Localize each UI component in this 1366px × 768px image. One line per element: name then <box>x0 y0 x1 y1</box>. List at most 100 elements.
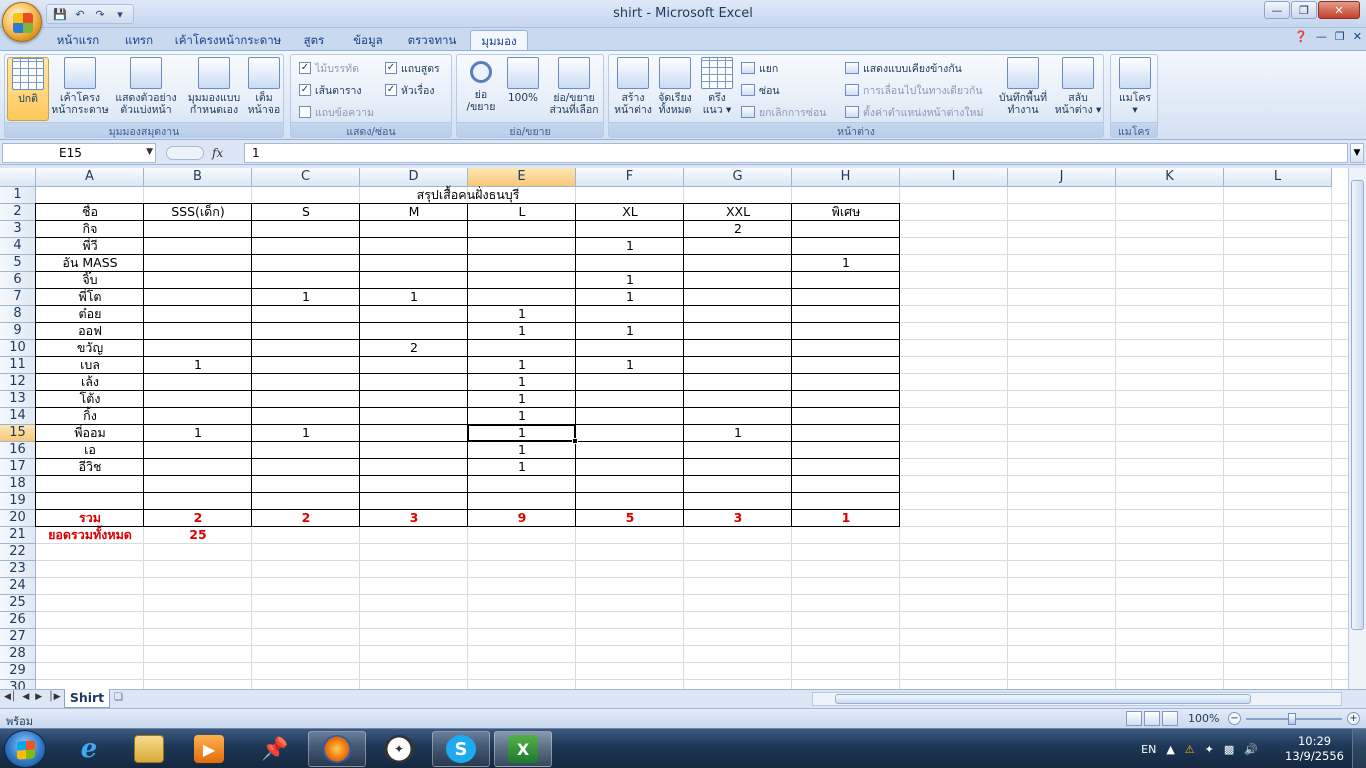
row-header-5[interactable]: 5 <box>0 255 36 272</box>
row-header-23[interactable]: 23 <box>0 561 36 578</box>
data-cell[interactable]: โต้ง <box>36 391 144 408</box>
column-header-g[interactable]: G <box>684 168 792 187</box>
next-sheet-icon[interactable]: ▶ <box>35 692 42 702</box>
maximize-icon[interactable]: ❐ <box>1291 1 1317 19</box>
data-cell[interactable]: จิ๊บ <box>36 272 144 289</box>
tab-insert[interactable]: แทรก <box>114 30 164 50</box>
select-all-corner[interactable] <box>0 168 36 187</box>
data-cell[interactable]: ขวัญ <box>36 340 144 357</box>
taskbar-pinned-app[interactable]: 📌 <box>246 731 304 767</box>
grand-total-value[interactable]: 25 <box>144 527 252 544</box>
volume-icon[interactable]: 🔊 <box>1244 743 1258 756</box>
header-cell[interactable]: M <box>360 204 468 221</box>
data-cell[interactable]: 1 <box>468 459 576 476</box>
tab-data[interactable]: ข้อมูล <box>344 30 392 50</box>
data-cell[interactable]: 1 <box>792 255 900 272</box>
total-cell[interactable]: 1 <box>792 510 900 527</box>
fill-handle[interactable] <box>572 438 578 444</box>
column-header-d[interactable]: D <box>360 168 468 187</box>
data-cell[interactable]: 2 <box>360 340 468 357</box>
page-layout-view-button[interactable]: เค้าโครง หน้ากระดาษ <box>51 57 109 121</box>
headings-checkbox[interactable]: ✓ หัวเรื่อง <box>385 81 434 99</box>
row-header-19[interactable]: 19 <box>0 493 36 510</box>
taskbar-internet-explorer[interactable]: e <box>60 731 118 767</box>
zoom-to-selection-button[interactable]: ย่อ/ขยาย ส่วนที่เลือก <box>545 57 603 121</box>
total-cell[interactable]: 5 <box>576 510 684 527</box>
data-cell[interactable]: 1 <box>252 289 360 306</box>
row-header-20[interactable]: 20 <box>0 510 36 527</box>
data-cell[interactable]: 1 <box>468 442 576 459</box>
data-cell[interactable]: 1 <box>468 391 576 408</box>
row-header-9[interactable]: 9 <box>0 323 36 340</box>
total-cell[interactable]: 3 <box>360 510 468 527</box>
tab-home[interactable]: หน้าแรก <box>52 30 104 50</box>
zoom-in-icon[interactable]: + <box>1347 712 1360 725</box>
header-cell[interactable]: ชื่อ <box>36 204 144 221</box>
formula-input[interactable]: 1 <box>244 143 1348 163</box>
data-cell[interactable]: อัน MASS <box>36 255 144 272</box>
prev-sheet-icon[interactable]: ◀ <box>22 692 29 702</box>
tab-view[interactable]: มุมมอง <box>470 30 528 50</box>
data-cell[interactable]: 1 <box>576 272 684 289</box>
macros-button[interactable]: แมโคร ▾ <box>1115 57 1155 121</box>
expand-formula-bar-icon[interactable]: ▼ <box>1350 143 1364 163</box>
data-cell[interactable]: เบล <box>36 357 144 374</box>
page-break-preview-button[interactable]: แสดงตัวอย่าง ตัวแบ่งหน้า <box>111 57 181 121</box>
horizontal-scroll-thumb[interactable] <box>835 694 1251 704</box>
data-cell[interactable]: เล้ง <box>36 374 144 391</box>
column-header-f[interactable]: F <box>576 168 684 187</box>
data-cell[interactable]: เอ <box>36 442 144 459</box>
row-header-11[interactable]: 11 <box>0 357 36 374</box>
column-header-c[interactable]: C <box>252 168 360 187</box>
header-cell[interactable]: S <box>252 204 360 221</box>
row-header-2[interactable]: 2 <box>0 204 36 221</box>
vertical-scrollbar[interactable] <box>1348 168 1366 689</box>
data-cell[interactable]: ต๋อย <box>36 306 144 323</box>
view-side-by-side-button[interactable]: แสดงแบบเคียงข้างกัน <box>845 59 962 77</box>
total-cell[interactable]: รวม <box>36 510 144 527</box>
data-cell[interactable]: 1 <box>144 425 252 442</box>
show-desktop-button[interactable] <box>1352 729 1366 768</box>
row-header-8[interactable]: 8 <box>0 306 36 323</box>
data-cell[interactable]: พี่ออม <box>36 425 144 442</box>
data-cell[interactable]: 1 <box>468 306 576 323</box>
vertical-scroll-thumb[interactable] <box>1351 180 1364 630</box>
action-center-icon[interactable]: ⚠ <box>1185 743 1195 756</box>
gridlines-checkbox[interactable]: ✓ เส้นตาราง <box>299 81 362 99</box>
row-header-16[interactable]: 16 <box>0 442 36 459</box>
total-cell[interactable]: 3 <box>684 510 792 527</box>
header-cell[interactable]: XXL <box>684 204 792 221</box>
tray-expand-icon[interactable]: ▲ <box>1166 743 1174 756</box>
taskbar-explorer[interactable] <box>120 731 178 767</box>
pin-tray-icon[interactable]: ✦ <box>1205 743 1214 756</box>
column-header-k[interactable]: K <box>1116 168 1224 187</box>
arrange-all-button[interactable]: จัดเรียง ทั้งหมด <box>655 57 695 121</box>
data-cell[interactable]: 1 <box>468 408 576 425</box>
zoom-slider[interactable]: − + <box>1228 712 1360 726</box>
sheet-tab-shirt[interactable]: Shirt <box>64 689 110 708</box>
worksheet-grid[interactable]: A B C D E F G H I J K L 1 2 3 4 5 6 7 8 9 10 11 12 13 14 15 16 17 18 1… <box>0 168 1348 689</box>
normal-view-button[interactable]: ปกติ <box>7 57 49 121</box>
custom-views-button[interactable]: มุมมองแบบ กำหนดเอง <box>185 57 243 121</box>
synchronous-scrolling-button[interactable]: การเลื่อนไปในทางเดียวกัน <box>845 81 983 99</box>
freeze-panes-button[interactable]: ตรึง แนว ▾ <box>699 57 735 121</box>
header-cell[interactable]: พิเศษ <box>792 204 900 221</box>
data-cell[interactable]: 1 <box>468 374 576 391</box>
ribbon-minimize-icon[interactable]: — <box>1316 30 1327 43</box>
row-header-7[interactable]: 7 <box>0 289 36 306</box>
start-button[interactable] <box>4 730 46 768</box>
ribbon-restore-icon[interactable]: ❐ <box>1335 30 1345 43</box>
column-header-h[interactable]: H <box>792 168 900 187</box>
taskbar-clock-app[interactable]: ✦ <box>370 731 428 767</box>
zoom-level[interactable]: 100% <box>1188 712 1219 725</box>
sheet-title-cell[interactable]: สรุปเสื้อคนฝั่งธนบุรี <box>36 187 900 204</box>
close-icon[interactable]: ✕ <box>1318 1 1360 19</box>
name-box[interactable]: E15 ▼ <box>2 143 156 163</box>
row-header-30[interactable]: 30 <box>0 680 36 689</box>
data-cell[interactable]: 1 <box>576 357 684 374</box>
first-sheet-icon[interactable]: ◀│ <box>4 692 16 702</box>
data-cell[interactable]: 1 <box>144 357 252 374</box>
horizontal-scrollbar[interactable] <box>812 692 1342 706</box>
data-cell[interactable]: 1 <box>576 323 684 340</box>
total-cell[interactable]: 2 <box>252 510 360 527</box>
